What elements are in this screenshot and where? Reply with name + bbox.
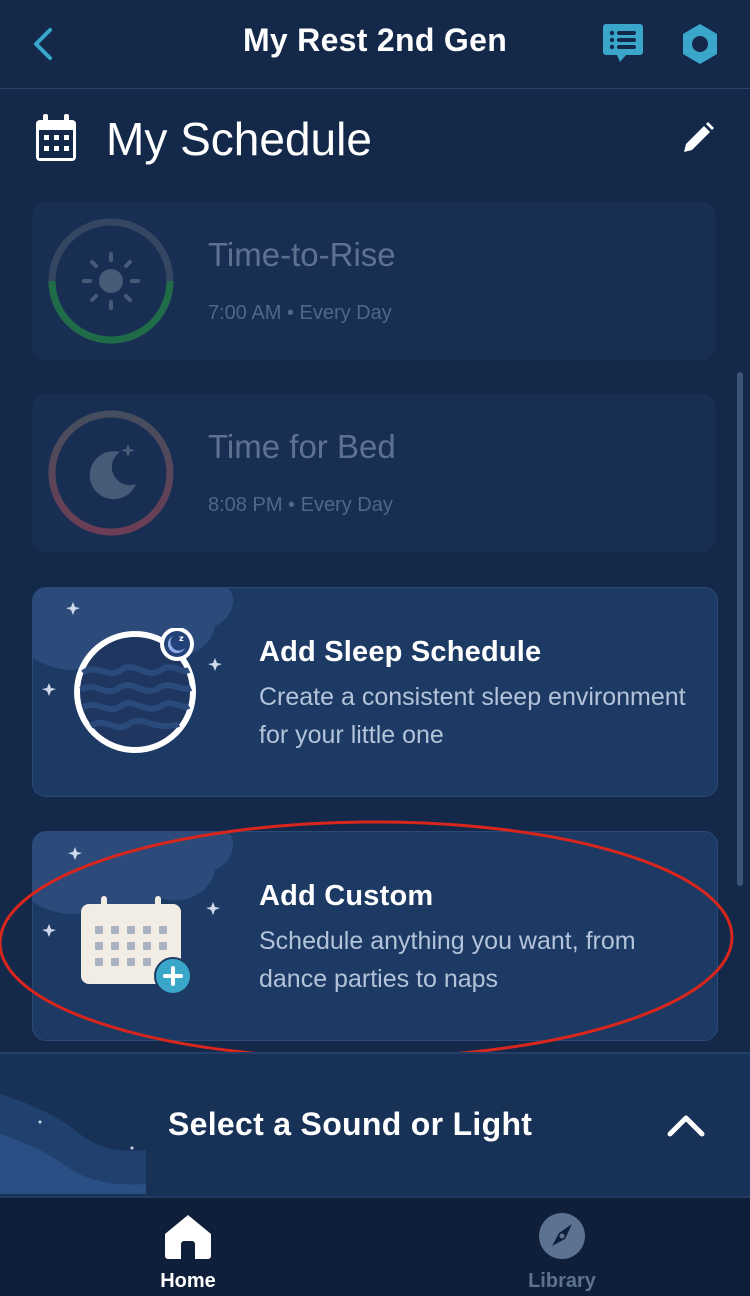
schedule-item-subtitle: 7:00 AM • Every Day (208, 302, 392, 324)
sunrise-ring-icon (48, 218, 174, 344)
schedule-header: My Schedule (0, 100, 750, 180)
sound-light-label: Select a Sound or Light (168, 1106, 533, 1142)
add-card-description: Schedule anything you want, from dance p… (259, 927, 636, 993)
schedule-item-title: Time for Bed (208, 428, 396, 465)
home-icon (165, 1215, 211, 1259)
bedtime-ring-icon (48, 410, 174, 536)
bottom-tab-bar: Home Library (0, 1196, 750, 1296)
custom-calendar-add-icon (81, 896, 192, 995)
add-custom-card[interactable]: Add Custom Schedule anything you want, f… (32, 831, 718, 1041)
tab-library-label: Library (528, 1270, 596, 1292)
tab-home-label: Home (160, 1270, 216, 1292)
schedule-title: My Schedule (106, 113, 372, 165)
calendar-icon (36, 114, 76, 161)
schedule-item-time-to-rise[interactable]: Time-to-Rise 7:00 AM • Every Day (32, 202, 716, 360)
tab-home[interactable]: Home (88, 1198, 288, 1296)
compass-icon (539, 1213, 585, 1259)
edit-pencil-icon[interactable] (680, 120, 716, 156)
tab-library[interactable]: Library (462, 1198, 662, 1296)
app-header: My Rest 2nd Gen (0, 0, 750, 89)
add-card-title: Add Custom (259, 880, 434, 912)
sound-light-drawer[interactable]: Select a Sound or Light (0, 1052, 750, 1196)
add-card-title: Add Sleep Schedule (259, 636, 542, 668)
schedule-item-time-for-bed[interactable]: Time for Bed 8:08 PM • Every Day (32, 394, 716, 552)
sleep-schedule-illustration-icon: z (74, 628, 196, 753)
add-sleep-schedule-card[interactable]: z Add Sleep Schedule Create a consistent… (32, 587, 718, 797)
schedule-item-title: Time-to-Rise (208, 236, 396, 273)
scrollbar[interactable] (737, 372, 743, 886)
schedule-item-subtitle: 8:08 PM • Every Day (208, 494, 393, 516)
messages-icon[interactable] (600, 20, 646, 66)
device-settings-icon[interactable] (678, 22, 722, 66)
chevron-up-icon[interactable] (664, 1110, 708, 1140)
svg-text:z: z (179, 634, 184, 643)
night-hills-decoration (0, 1094, 146, 1194)
add-card-description: Create a consistent sleep environment fo… (259, 683, 686, 749)
